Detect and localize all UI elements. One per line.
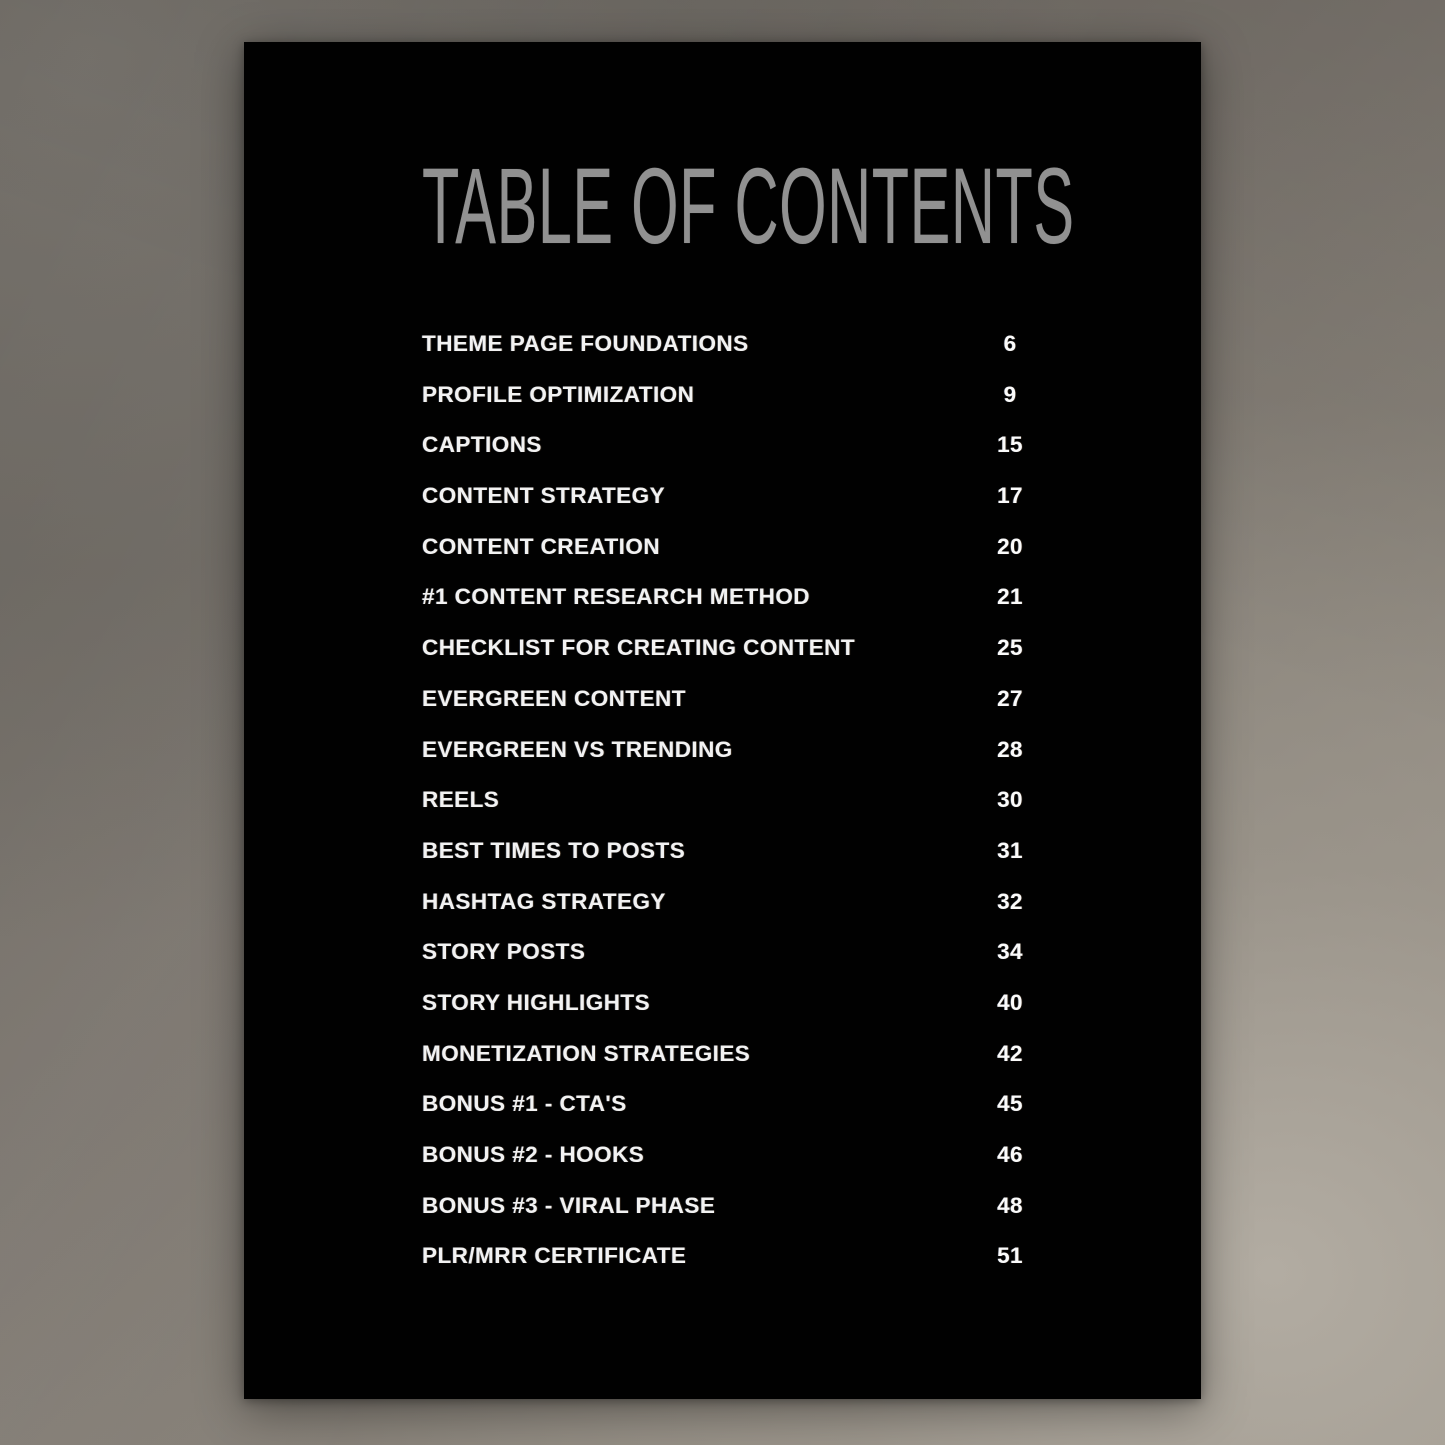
toc-entry-label: PROFILE OPTIMIZATION	[422, 381, 695, 407]
toc-entry-page-number: 28	[997, 736, 1023, 762]
toc-entry-page-number: 21	[997, 584, 1023, 610]
toc-entry-page-number: 15	[997, 432, 1023, 458]
toc-entry-page-number: 32	[997, 888, 1023, 914]
toc-entry-page-number: 46	[997, 1142, 1023, 1167]
toc-entry-page-number: 40	[997, 989, 1023, 1015]
toc-entry-label: EVERGREEN VS TRENDING	[422, 736, 733, 762]
toc-entry-label: THEME PAGE FOUNDATIONS	[422, 331, 749, 356]
toc-entry[interactable]: THEME PAGE FOUNDATIONS 6	[422, 331, 1022, 382]
toc-entry-page-number: 42	[997, 1040, 1023, 1066]
toc-entry[interactable]: CONTENT CREATION 20	[422, 533, 1023, 585]
toc-entry[interactable]: STORY HIGHLIGHTS 40	[422, 989, 1023, 1041]
toc-entry-label: HASHTAG STRATEGY	[422, 888, 666, 914]
toc-entry-label: CONTENT CREATION	[422, 533, 661, 559]
toc-entry-label: BONUS #3 - VIRAL PHASE	[422, 1192, 716, 1218]
toc-entry[interactable]: STORY POSTS 34	[422, 939, 1023, 990]
toc-entry-label: BONUS #1 - CTA'S	[422, 1091, 627, 1117]
toc-entry[interactable]: BONUS #3 - VIRAL PHASE 48	[422, 1192, 1023, 1244]
toc-entry-page-number: 51	[997, 1243, 1023, 1269]
toc-entry-label: CAPTIONS	[422, 432, 542, 458]
toc-entry-label: STORY HIGHLIGHTS	[422, 989, 651, 1015]
toc-entry[interactable]: HASHTAG STRATEGY 32	[422, 888, 1023, 940]
page-title: TABLE OF CONTENTS	[422, 145, 1075, 266]
toc-entry-page-number: 9	[1003, 381, 1017, 407]
toc-entry-page-number: 30	[997, 787, 1023, 813]
toc-entry[interactable]: BEST TIMES TO POSTS 31	[422, 837, 1023, 889]
toc-entry[interactable]: PROFILE OPTIMIZATION 9	[422, 382, 1022, 433]
toc-entry-label: BONUS #2 - HOOKS	[422, 1142, 645, 1167]
toc-entry[interactable]: PLR/MRR CERTIFICATE 51	[422, 1243, 1023, 1294]
toc-entry-label: CONTENT STRATEGY	[422, 483, 666, 509]
toc-entry[interactable]: EVERGREEN CONTENT 27	[422, 685, 1023, 737]
toc-entry[interactable]: CONTENT STRATEGY 17	[422, 483, 1023, 534]
toc-entry-label: #1 CONTENT RESEARCH METHOD	[422, 584, 810, 610]
toc-entry-label: BEST TIMES TO POSTS	[422, 837, 686, 863]
toc-entry[interactable]: BONUS #1 - CTA'S 45	[422, 1091, 1023, 1142]
toc-entry[interactable]: MONETIZATION STRATEGIES 42	[422, 1040, 1023, 1092]
toc-entry-label: PLR/MRR CERTIFICATE	[422, 1243, 687, 1269]
toc-entry-page-number: 45	[997, 1091, 1023, 1117]
toc-entry[interactable]: REELS 30	[422, 787, 1023, 838]
toc-entry-label: CHECKLIST FOR CREATING CONTENT	[422, 635, 856, 661]
toc-entry-label: STORY POSTS	[422, 939, 586, 965]
table-of-contents-page: TABLE OF CONTENTS THEME PAGE FOUNDATIONS…	[244, 42, 1201, 1399]
toc-entry-label: EVERGREEN CONTENT	[422, 685, 686, 711]
toc-entry-page-number: 27	[997, 685, 1023, 711]
toc-entry-page-number: 6	[1003, 331, 1017, 356]
toc-entry-page-number: 34	[997, 939, 1023, 965]
toc-entry-label: REELS	[422, 787, 500, 813]
toc-entry-label: MONETIZATION STRATEGIES	[422, 1040, 751, 1066]
toc-entry-page-number: 31	[997, 837, 1023, 863]
table-of-contents-list: THEME PAGE FOUNDATIONS 6 PROFILE OPTIMIZAT…	[422, 331, 1023, 1294]
toc-entry[interactable]: EVERGREEN VS TRENDING 28	[422, 736, 1023, 788]
toc-entry[interactable]: CHECKLIST FOR CREATING CONTENT 25	[422, 635, 1023, 686]
toc-entry-page-number: 17	[997, 483, 1023, 509]
toc-entry[interactable]: CAPTIONS 15	[422, 432, 1023, 483]
toc-entry-page-number: 20	[997, 533, 1023, 559]
toc-entry-page-number: 48	[997, 1192, 1023, 1218]
toc-entry[interactable]: #1 CONTENT RESEARCH METHOD 21	[422, 584, 1023, 635]
toc-entry[interactable]: BONUS #2 - HOOKS 46	[422, 1142, 1023, 1193]
toc-entry-page-number: 25	[997, 635, 1023, 661]
